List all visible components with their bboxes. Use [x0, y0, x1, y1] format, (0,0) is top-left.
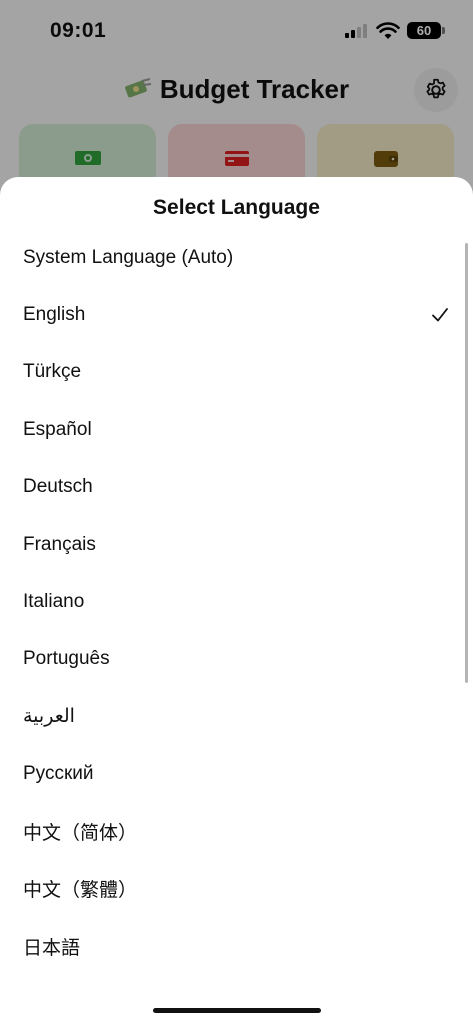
checkmark-icon	[432, 308, 448, 322]
language-option[interactable]: Français	[0, 516, 473, 573]
language-option[interactable]: System Language (Auto)	[0, 229, 473, 286]
language-option[interactable]: 日本語	[0, 918, 473, 975]
scrollbar[interactable]	[465, 243, 468, 683]
language-option-label: English	[23, 304, 86, 326]
language-option-label: System Language (Auto)	[23, 246, 234, 268]
language-option[interactable]: Português	[0, 631, 473, 688]
language-option-label: 日本語	[23, 937, 81, 959]
home-indicator[interactable]	[153, 1008, 321, 1013]
language-option-label: العربية	[23, 706, 75, 728]
language-option[interactable]: Türkçe	[0, 344, 473, 401]
language-option-label: Deutsch	[23, 476, 93, 498]
language-option-label: 中文（繁體）	[23, 880, 138, 902]
language-option[interactable]: العربية	[0, 688, 473, 745]
language-option-label: Français	[23, 533, 96, 555]
language-option-label: Türkçe	[23, 361, 82, 383]
language-option-label: Português	[23, 648, 110, 670]
language-option-label: Español	[23, 418, 92, 440]
language-option[interactable]: Español	[0, 401, 473, 458]
language-sheet: Select Language System Language (Auto) En…	[0, 177, 473, 1024]
language-list: System Language (Auto) English Türkçe Españ…	[0, 229, 473, 975]
language-option[interactable]: Deutsch	[0, 459, 473, 516]
sheet-title: Select Language	[153, 196, 320, 219]
language-option[interactable]: Italiano	[0, 573, 473, 630]
language-option-label: Русский	[23, 763, 94, 785]
language-option[interactable]: English	[0, 286, 473, 343]
language-option[interactable]: 中文（简体）	[0, 803, 473, 860]
language-option-label: 中文（简体）	[23, 823, 138, 845]
language-option[interactable]: 中文（繁體）	[0, 860, 473, 917]
language-option[interactable]: Русский	[0, 746, 473, 803]
language-option-label: Italiano	[23, 591, 85, 613]
